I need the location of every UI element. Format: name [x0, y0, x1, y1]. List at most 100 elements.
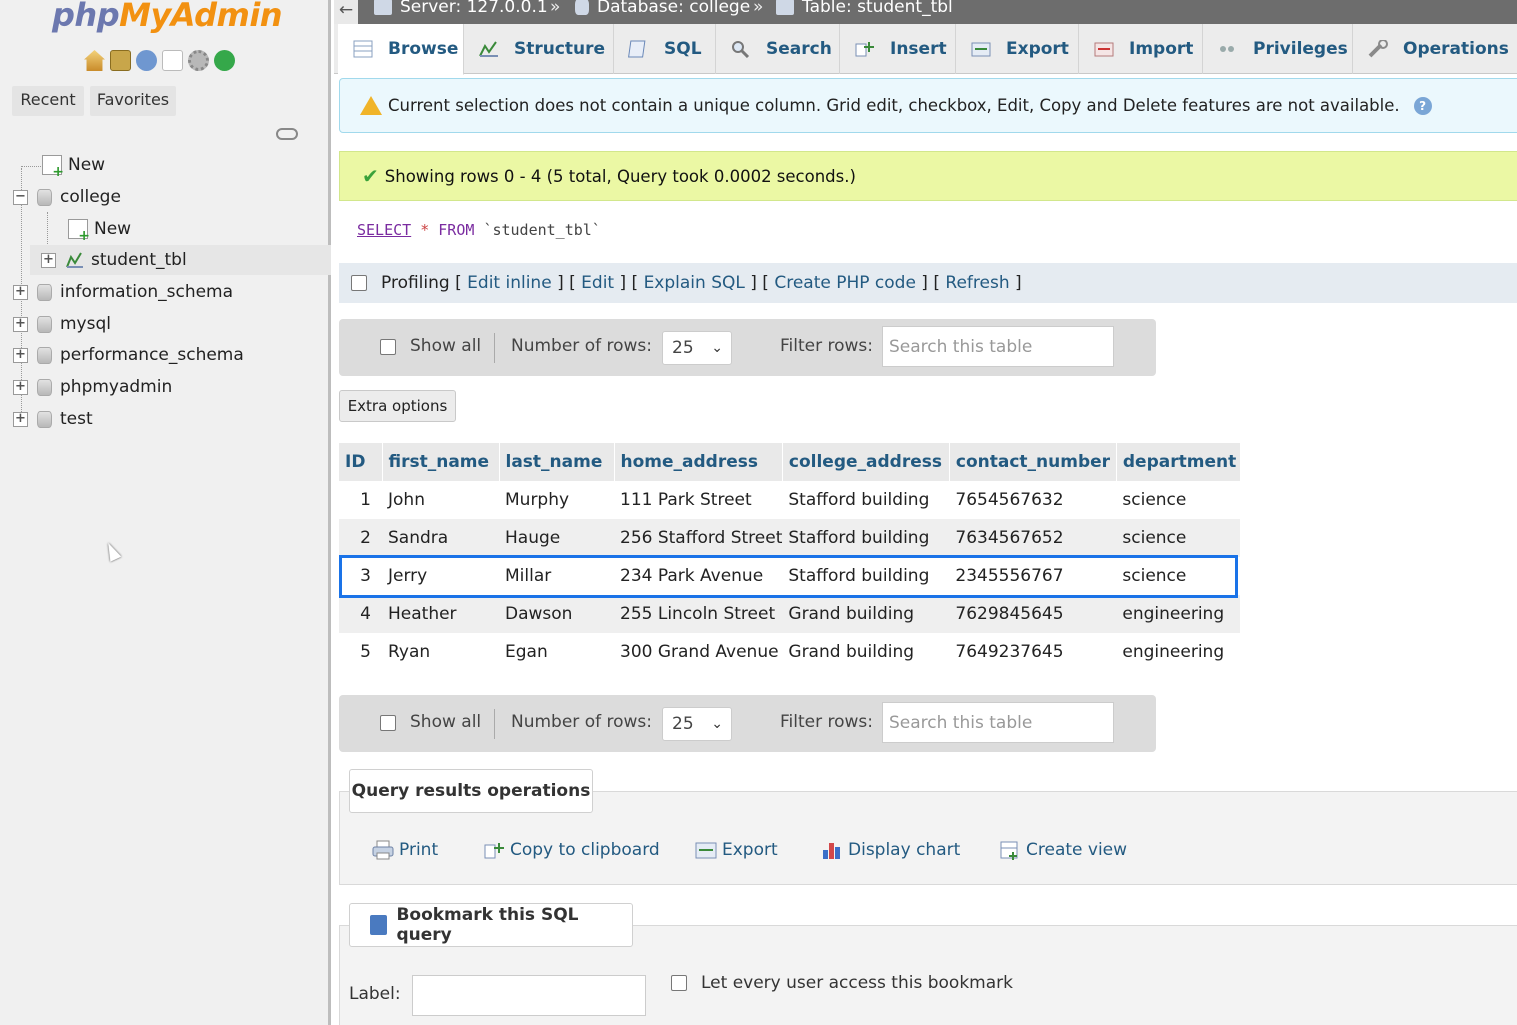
filter-rows-input[interactable]	[882, 702, 1114, 743]
tree-item-label: mysql	[60, 314, 111, 334]
tree-item-new-database[interactable]: New	[42, 151, 105, 180]
table-row[interactable]: 3 Jerry Millar 234 Park Avenue Stafford …	[339, 557, 1241, 595]
expand-icon[interactable]: +	[13, 347, 28, 363]
table-cell: 7629845645	[949, 595, 1117, 633]
breadcrumb-separator: »	[753, 0, 764, 17]
tree-item-college[interactable]: − college	[13, 183, 121, 211]
expand-icon[interactable]: +	[13, 284, 28, 300]
show-all-checkbox[interactable]	[380, 339, 396, 355]
bookmark-every-user-checkbox[interactable]	[671, 975, 687, 991]
home-icon[interactable]	[84, 50, 105, 71]
column-header-department[interactable]: department	[1116, 443, 1241, 481]
table-cell: 5	[339, 633, 382, 671]
table-row[interactable]: 4 Heather Dawson 255 Lincoln Street Gran…	[339, 595, 1241, 633]
divider	[494, 709, 495, 739]
collapse-icon[interactable]: −	[13, 189, 28, 205]
favorites-tab[interactable]: Favorites	[90, 86, 176, 116]
printer-icon	[372, 840, 394, 860]
reload-icon[interactable]	[214, 50, 235, 71]
column-header-contact-number[interactable]: contact_number	[949, 443, 1117, 481]
refresh-link[interactable]: Refresh	[945, 273, 1009, 293]
tree-item-information-schema[interactable]: + information_schema	[13, 278, 233, 306]
tab-operations[interactable]: Operations	[1353, 24, 1517, 74]
nav-quick-icons	[84, 50, 235, 71]
number-of-rows-select[interactable]: 25 ⌄	[662, 707, 732, 741]
recent-tab[interactable]: Recent	[12, 86, 84, 116]
show-all-label[interactable]: Show all	[410, 336, 481, 356]
show-all-checkbox[interactable]	[380, 715, 396, 731]
tree-line	[21, 166, 41, 167]
column-header-college-address[interactable]: college_address	[782, 443, 950, 481]
display-chart-link[interactable]: Display chart	[821, 840, 960, 860]
create-view-icon	[999, 840, 1021, 860]
tree-item-label: New	[94, 219, 132, 239]
tab-structure[interactable]: Structure	[464, 24, 614, 74]
bookmark-title: Bookmark this SQL query	[349, 903, 633, 947]
tree-item-phpmyadmin[interactable]: + phpmyadmin	[13, 373, 172, 401]
column-header-last-name[interactable]: last_name	[499, 443, 615, 481]
number-of-rows-select[interactable]: 25 ⌄	[662, 331, 732, 365]
edit-link[interactable]: Edit	[581, 273, 614, 293]
table-cell: Millar	[499, 557, 614, 595]
tab-browse[interactable]: Browse	[338, 24, 464, 75]
link-with-main-panel-icon[interactable]	[276, 128, 298, 140]
table-cell: engineering	[1116, 633, 1241, 671]
create-view-link[interactable]: Create view	[999, 840, 1127, 860]
database-icon	[37, 378, 52, 396]
settings-gear-icon[interactable]	[188, 50, 209, 71]
table-row[interactable]: 5 Ryan Egan 300 Grand Avenue Grand build…	[339, 633, 1241, 671]
profiling-checkbox[interactable]	[351, 275, 367, 291]
tab-import[interactable]: Import	[1079, 24, 1203, 74]
tree-item-new-table[interactable]: New	[68, 215, 132, 244]
table-cell: Ryan	[382, 633, 499, 671]
bookmark-label-input[interactable]	[412, 975, 646, 1016]
copy-to-clipboard-link[interactable]: Copy to clipboard	[483, 840, 660, 860]
table-cell: 255 Lincoln Street	[614, 595, 783, 633]
expand-icon[interactable]: +	[13, 379, 28, 395]
tree-item-mysql[interactable]: + mysql	[13, 310, 111, 338]
table-navigation-top: Show all Number of rows: 25 ⌄ Filter row…	[339, 319, 1156, 376]
filter-rows-input[interactable]	[882, 326, 1114, 367]
breadcrumb-server[interactable]: Server: 127.0.0.1	[374, 0, 548, 17]
privileges-icon	[1217, 40, 1239, 58]
success-message: ✔ Showing rows 0 - 4 (5 total, Query too…	[339, 151, 1517, 201]
show-all-label[interactable]: Show all	[410, 712, 481, 732]
print-link[interactable]: Print	[372, 840, 438, 860]
table-cell: 234 Park Avenue	[614, 557, 783, 595]
column-header-home-address[interactable]: home_address	[614, 443, 783, 481]
logout-icon[interactable]	[110, 50, 131, 71]
tab-export[interactable]: Export	[956, 24, 1079, 74]
documentation-icon[interactable]	[162, 50, 183, 71]
tree-item-student-tbl[interactable]: + student_tbl	[41, 246, 187, 274]
create-php-code-link[interactable]: Create PHP code	[774, 273, 916, 293]
edit-inline-link[interactable]: Edit inline	[467, 273, 552, 293]
expand-icon[interactable]: +	[13, 411, 28, 427]
table-cell: Stafford building	[782, 519, 950, 557]
tab-insert[interactable]: Insert	[840, 24, 956, 74]
table-row[interactable]: 1 John Murphy 111 Park Street Stafford b…	[339, 481, 1241, 519]
explain-sql-link[interactable]: Explain SQL	[644, 273, 745, 293]
help-icon[interactable]	[136, 50, 157, 71]
sql-query-text[interactable]: SELECT * FROM `student_tbl`	[357, 221, 601, 239]
export-icon	[695, 840, 717, 860]
expand-icon[interactable]: +	[41, 252, 56, 268]
table-row[interactable]: 2 Sandra Hauge 256 Stafford Street Staff…	[339, 519, 1241, 557]
tree-item-label: college	[60, 187, 121, 207]
export-results-link[interactable]: Export	[695, 840, 778, 860]
tab-sql[interactable]: SQL	[614, 24, 716, 74]
expand-icon[interactable]: +	[13, 316, 28, 332]
breadcrumb-database[interactable]: Database: college	[575, 0, 750, 17]
tab-search[interactable]: Search	[716, 24, 840, 74]
bookmark-every-user-label[interactable]: Let every user access this bookmark	[701, 973, 1013, 993]
back-arrow-icon[interactable]: ←	[334, 0, 358, 24]
extra-options-button[interactable]: Extra options	[339, 390, 456, 422]
table-icon	[776, 0, 794, 15]
help-icon[interactable]: ?	[1413, 96, 1432, 115]
tree-item-performance-schema[interactable]: + performance_schema	[13, 341, 244, 369]
breadcrumb-table[interactable]: Table: student_tbl	[776, 0, 953, 17]
column-header-id[interactable]: ID	[339, 443, 383, 481]
column-header-first-name[interactable]: first_name	[382, 443, 500, 481]
tab-privileges[interactable]: Privileges	[1203, 24, 1353, 74]
tree-item-test[interactable]: + test	[13, 405, 93, 433]
phpmyadmin-logo[interactable]: phpMyAdmin	[52, 0, 283, 34]
